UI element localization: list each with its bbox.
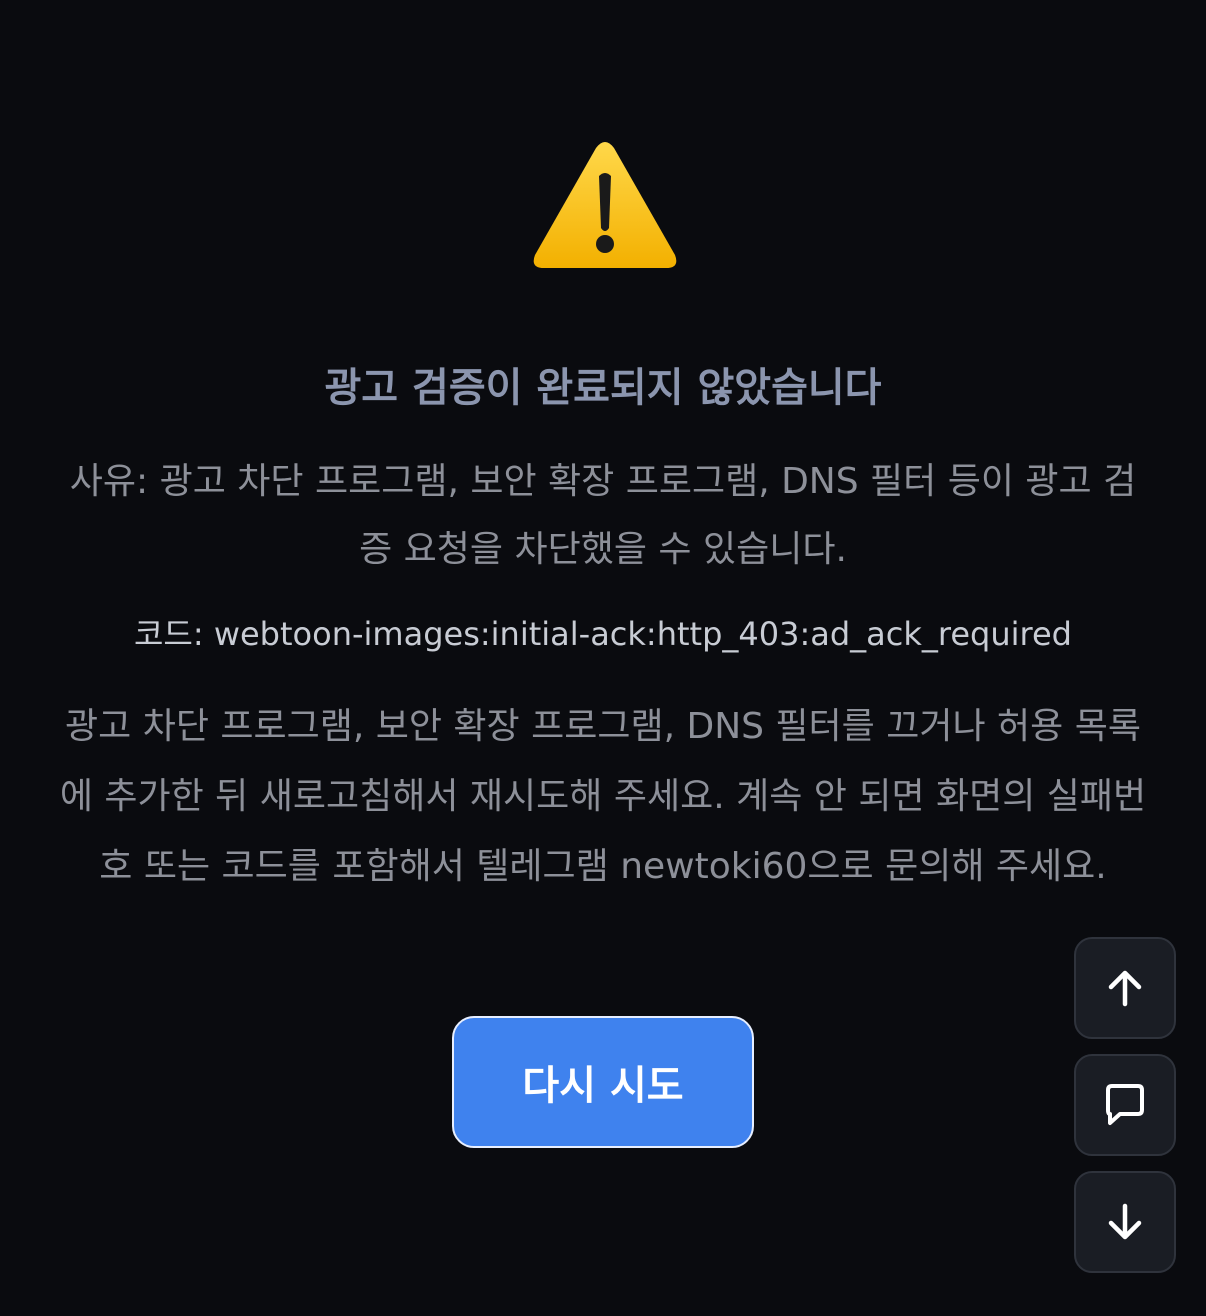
scroll-up-button[interactable] — [1074, 937, 1176, 1039]
arrow-up-icon — [1108, 970, 1142, 1007]
error-code: 코드: webtoon-images:initial-ack:http_403:… — [133, 615, 1072, 653]
scroll-down-button[interactable] — [1074, 1171, 1176, 1273]
help-text: 광고 차단 프로그램, 보안 확장 프로그램, DNS 필터를 끄거나 허용 목… — [59, 706, 1147, 887]
chat-button[interactable] — [1074, 1054, 1176, 1156]
error-reason: 사유: 광고 차단 프로그램, 보안 확장 프로그램, DNS 필터 등이 광고… — [69, 461, 1137, 570]
warning-triangle-icon — [530, 140, 680, 272]
arrow-down-icon — [1108, 1203, 1142, 1240]
chat-bubble-icon — [1106, 1084, 1144, 1125]
page-title: 광고 검증이 완료되지 않았습니다 — [324, 365, 882, 411]
retry-button[interactable]: 다시 시도 — [452, 1016, 754, 1148]
